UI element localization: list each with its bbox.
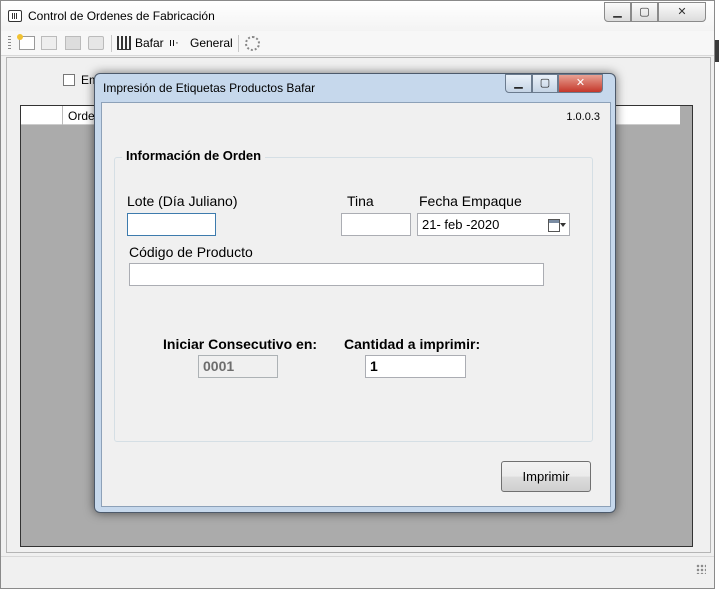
fecha-label: Fecha Empaque (419, 193, 522, 209)
toolbar-separator (238, 35, 239, 52)
dialog-maximize-button[interactable]: ▢ (532, 74, 558, 93)
new-doc-icon[interactable] (17, 34, 35, 50)
preview-icon[interactable] (88, 36, 104, 50)
resize-grip-icon[interactable] (696, 564, 706, 574)
chart-icon[interactable] (117, 36, 131, 50)
print-button[interactable]: Imprimir (501, 461, 591, 492)
main-title-bar[interactable]: Control de Ordenes de Fabricación ▁ ▢ ✕ (1, 1, 714, 31)
dialog-title: Impresión de Etiquetas Productos Bafar (103, 81, 316, 95)
lote-input[interactable] (127, 213, 216, 236)
toolbar-grip[interactable] (8, 36, 11, 50)
main-window-title: Control de Ordenes de Fabricación (28, 9, 215, 23)
codigo-label: Código de Producto (129, 244, 253, 260)
consecutivo-input: 0001 (198, 355, 278, 378)
dialog-close-button[interactable]: ✕ (558, 74, 603, 93)
minimize-button[interactable]: ▁ (604, 2, 631, 22)
toolbar: Bafar ıı· General (1, 31, 714, 56)
toolbar-separator (111, 35, 112, 52)
print-labels-dialog: Impresión de Etiquetas Productos Bafar ▁… (94, 73, 616, 513)
calendar-icon[interactable] (548, 219, 566, 232)
app-icon (8, 10, 22, 22)
dialog-body: 1.0.0.3 Información de Orden Lote (Día J… (101, 102, 611, 507)
screen-edge-bar (715, 40, 719, 62)
codigo-input[interactable] (129, 263, 544, 286)
tina-input[interactable] (341, 213, 411, 236)
cantidad-input[interactable]: 1 (365, 355, 466, 378)
cantidad-label: Cantidad a imprimir: (344, 336, 481, 352)
version-label: 1.0.0.3 (566, 111, 600, 123)
consecutivo-label: Iniciar Consecutivo en: (163, 336, 318, 352)
print-icon[interactable] (65, 36, 81, 50)
bafar-menu-button[interactable]: Bafar (135, 36, 164, 50)
fecha-datepicker[interactable]: 21- feb -2020 (417, 213, 570, 236)
edit-icon[interactable] (41, 36, 57, 50)
status-bar (1, 556, 714, 578)
grid-row-header[interactable] (21, 106, 63, 125)
fecha-value: 21- feb -2020 (422, 217, 500, 232)
tina-label: Tina (347, 193, 374, 209)
filter-checkbox[interactable] (63, 74, 75, 86)
maximize-button[interactable]: ▢ (631, 2, 658, 22)
dialog-minimize-button[interactable]: ▁ (505, 74, 532, 93)
gear-icon[interactable] (245, 36, 260, 51)
lote-label: Lote (Día Juliano) (127, 193, 238, 209)
close-button[interactable]: ✕ (658, 2, 706, 22)
general-menu-button[interactable]: General (190, 36, 233, 50)
general-icon[interactable]: ıı· (169, 37, 185, 51)
group-title: Información de Orden (122, 148, 266, 163)
